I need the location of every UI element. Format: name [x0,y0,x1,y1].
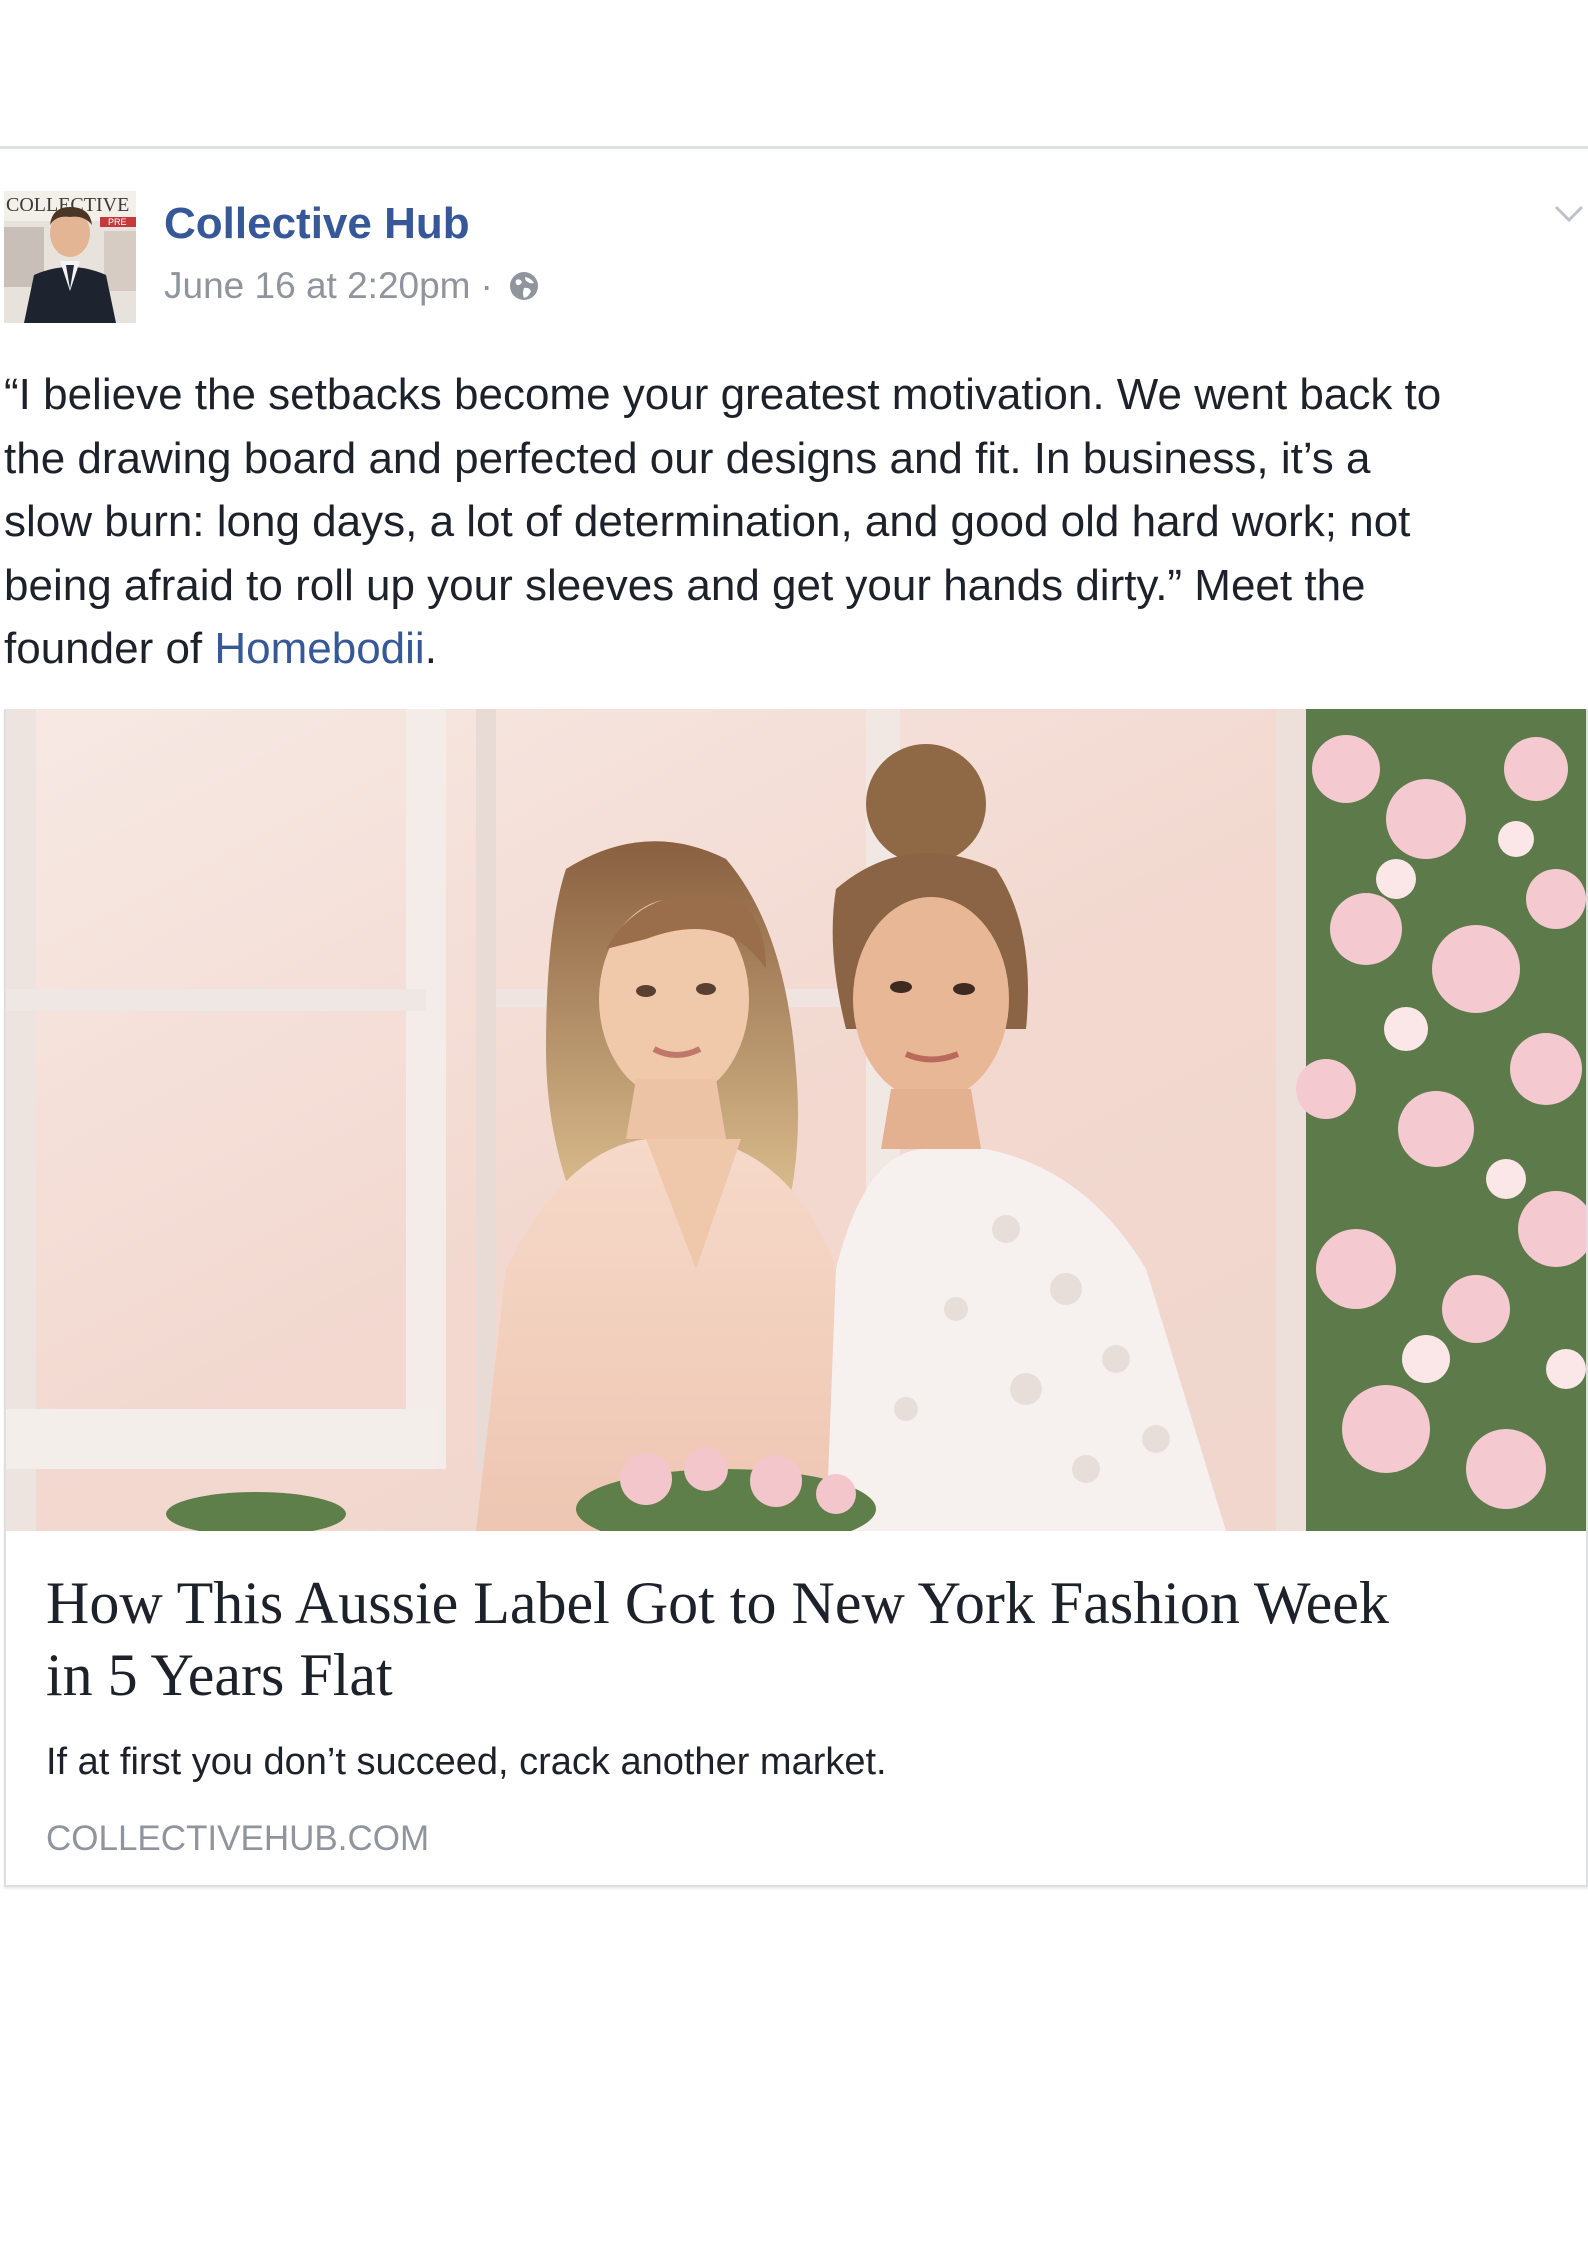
post-meta: June 16 at 2:20pm · [164,265,541,307]
post-text-line: “I believe the setbacks become your grea… [4,370,1442,419]
post-text-line-last: founder of Homebodii. [4,617,1584,681]
post-text-line: the drawing board and perfected our desi… [4,433,1371,483]
chevron-down-icon[interactable] [1552,197,1586,231]
post-text-line: being afraid to roll up your sleeves and… [4,560,1366,610]
link-preview-title-line: in 5 Years Flat [46,1642,393,1708]
meta-separator: · [480,265,493,306]
link-preview-title-line: How This Aussie Label Got to New York Fa… [46,1570,1389,1636]
post-message: “I believe the setbacks become your grea… [4,363,1584,681]
link-preview-domain: COLLECTIVEHUB.COM [46,1819,430,1858]
post-text-prefix: founder of [4,624,215,673]
svg-text:PRE: PRE [108,217,127,227]
globe-icon[interactable] [507,269,541,303]
feed-post: COLLECTIVE PRE Collective Hub June 16 at… [0,149,1588,1899]
avatar-image: COLLECTIVE PRE [4,191,136,323]
homebodii-mention-link[interactable]: Homebodii [214,624,424,673]
post-timestamp[interactable]: June 16 at 2:20pm [164,265,471,307]
link-preview-image[interactable] [6,709,1586,1531]
page-avatar[interactable]: COLLECTIVE PRE [4,191,136,323]
link-preview-card[interactable]: How This Aussie Label Got to New York Fa… [4,709,1588,1887]
link-preview-title[interactable]: How This Aussie Label Got to New York Fa… [46,1567,1546,1711]
page-name-link[interactable]: Collective Hub [164,199,470,249]
link-preview-description: If at first you don’t succeed, crack ano… [46,1741,887,1783]
post-text-line: slow burn: long days, a lot of determina… [4,497,1411,546]
post-text-suffix: . [424,624,437,673]
